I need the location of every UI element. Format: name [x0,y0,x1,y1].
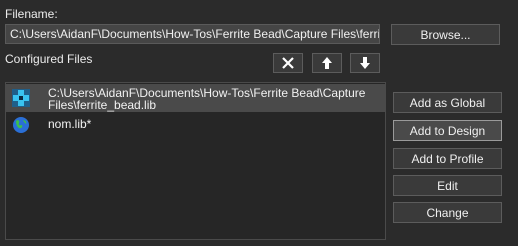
configured-files-list[interactable]: C:\Users\AidanF\Documents\How-Tos\Ferrit… [5,82,386,240]
globe-library-icon [13,117,29,133]
list-item-path-cont: Files\ferrite_bead.lib [48,98,157,112]
browse-button[interactable]: Browse... [391,24,500,45]
delete-button[interactable] [273,53,303,73]
design-library-icon [12,89,30,107]
close-icon [282,57,294,69]
add-to-profile-button[interactable]: Add to Profile [393,148,502,169]
list-item[interactable]: C:\Users\AidanF\Documents\How-Tos\Ferrit… [6,84,385,112]
filename-label: Filename: [5,7,58,21]
move-down-button[interactable] [350,53,380,73]
change-button[interactable]: Change [393,202,502,223]
configured-files-label: Configured Files [5,52,93,66]
list-item[interactable]: nom.lib* [6,113,385,135]
filename-input[interactable]: C:\Users\AidanF\Documents\How-Tos\Ferrit… [5,24,380,44]
add-to-design-button[interactable]: Add to Design [393,120,502,141]
move-up-button[interactable] [312,53,342,73]
add-as-global-button[interactable]: Add as Global [393,92,502,113]
arrow-down-icon [360,57,370,69]
arrow-up-icon [322,57,332,69]
edit-button[interactable]: Edit [393,175,502,196]
list-item-name: nom.lib* [48,117,92,131]
